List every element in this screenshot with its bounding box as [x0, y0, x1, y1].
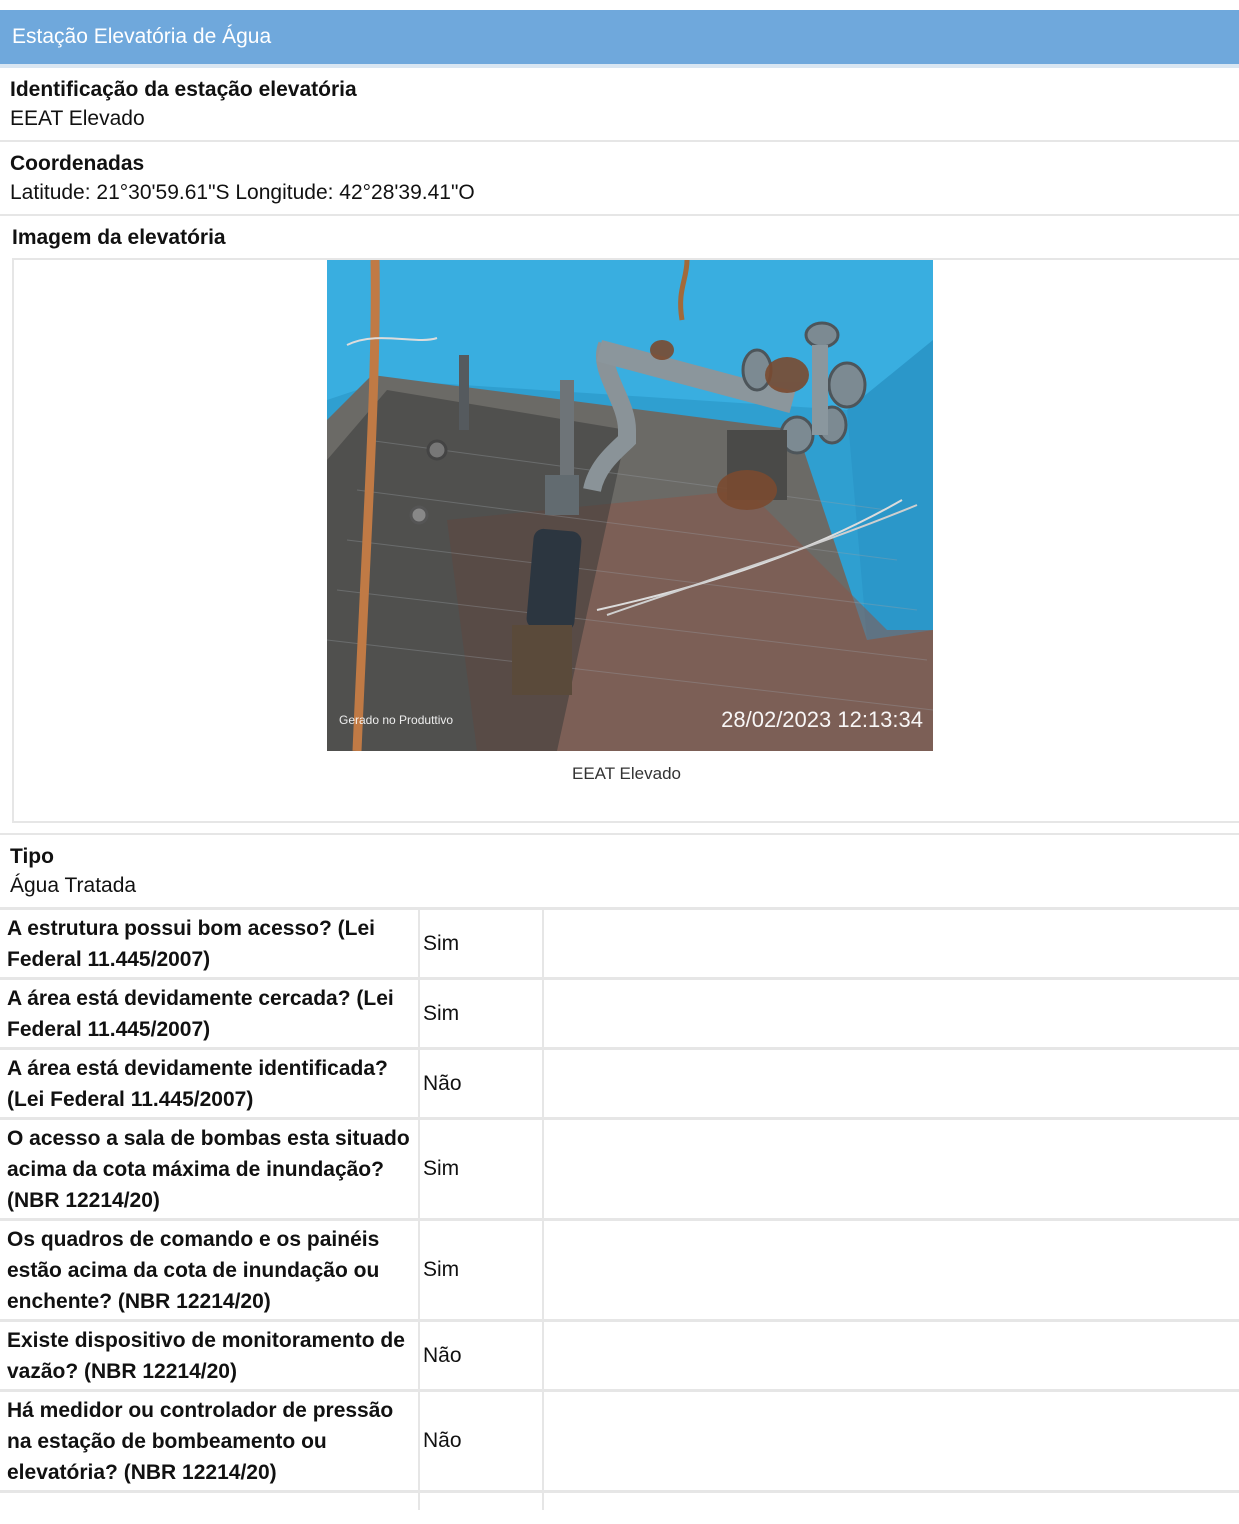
notes-cell [543, 1492, 1239, 1510]
answer-value: Não [419, 1320, 544, 1392]
question-text: A estrutura possui bom acesso? (Lei Fede… [0, 910, 420, 980]
section-header: Estação Elevatória de Água [0, 10, 1239, 68]
notes-cell [543, 1320, 1239, 1392]
answer-value: Sim [419, 910, 544, 980]
answer-value: Sim [419, 978, 544, 1050]
photo-caption: EEAT Elevado [572, 764, 681, 783]
question-text: Existe dispositivo de monitoramento de v… [0, 1320, 420, 1392]
imagem-field: Imagem da elevatória Gerado no Produttiv… [0, 216, 1239, 835]
imagem-label: Imagem da elevatória [12, 226, 226, 249]
coordenadas-value: Latitude: 21°30'59.61"S Longitude: 42°28… [10, 181, 475, 204]
identificacao-label: Identificação da estação elevatória [10, 78, 357, 101]
answer-value: Sim [419, 1219, 544, 1322]
table-row: Existe dispositivo de monitoramento de v… [0, 1320, 1239, 1392]
photo-watermark-app: Gerado no Produttivo [339, 713, 454, 727]
answer-value: Não [419, 1390, 544, 1493]
report-page: Estação Elevatória de Água Identificação… [0, 0, 1239, 1524]
table-row: O acesso a sala de bombas esta situado a… [0, 1118, 1239, 1221]
table-row [0, 1491, 1239, 1510]
notes-cell [543, 1219, 1239, 1322]
question-text: A área está devidamente identificada? (L… [0, 1048, 420, 1120]
table-row: A área está devidamente cercada? (Lei Fe… [0, 978, 1239, 1050]
answer-value: Sim [419, 1118, 544, 1221]
pump-station-photo[interactable]: Gerado no Produttivo 28/02/2023 12:13:34 [327, 260, 933, 751]
tipo-value: Água Tratada [10, 874, 137, 897]
question-text [0, 1491, 420, 1510]
question-text: Há medidor ou controlador de pressão na … [0, 1390, 420, 1493]
coordenadas-label: Coordenadas [10, 152, 145, 175]
notes-cell [543, 978, 1239, 1050]
answer-value: Não [419, 1048, 544, 1120]
notes-cell [543, 1118, 1239, 1221]
coordenadas-field: Coordenadas Latitude: 21°30'59.61"S Long… [0, 142, 1239, 216]
question-text: O acesso a sala de bombas esta situado a… [0, 1118, 420, 1221]
tipo-field: Tipo Água Tratada [0, 835, 1239, 910]
table-row: Os quadros de comando e os painéis estão… [0, 1219, 1239, 1322]
identificacao-field: Identificação da estação elevatória EEAT… [0, 68, 1239, 142]
image-frame: Gerado no Produttivo 28/02/2023 12:13:34… [12, 258, 1239, 823]
questions-table: A estrutura possui bom acesso? (Lei Fede… [0, 910, 1239, 1510]
answer-value [419, 1491, 544, 1510]
table-row: A estrutura possui bom acesso? (Lei Fede… [0, 910, 1239, 980]
question-text: A área está devidamente cercada? (Lei Fe… [0, 978, 420, 1050]
section-title: Estação Elevatória de Água [12, 25, 272, 48]
notes-cell [543, 1390, 1239, 1493]
notes-cell [543, 910, 1239, 980]
identificacao-value: EEAT Elevado [10, 107, 145, 130]
table-row: A área está devidamente identificada? (L… [0, 1048, 1239, 1120]
tipo-label: Tipo [10, 845, 54, 868]
notes-cell [543, 1048, 1239, 1120]
table-row: Há medidor ou controlador de pressão na … [0, 1390, 1239, 1493]
question-text: Os quadros de comando e os painéis estão… [0, 1219, 420, 1322]
photo-timestamp: 28/02/2023 12:13:34 [721, 707, 923, 732]
